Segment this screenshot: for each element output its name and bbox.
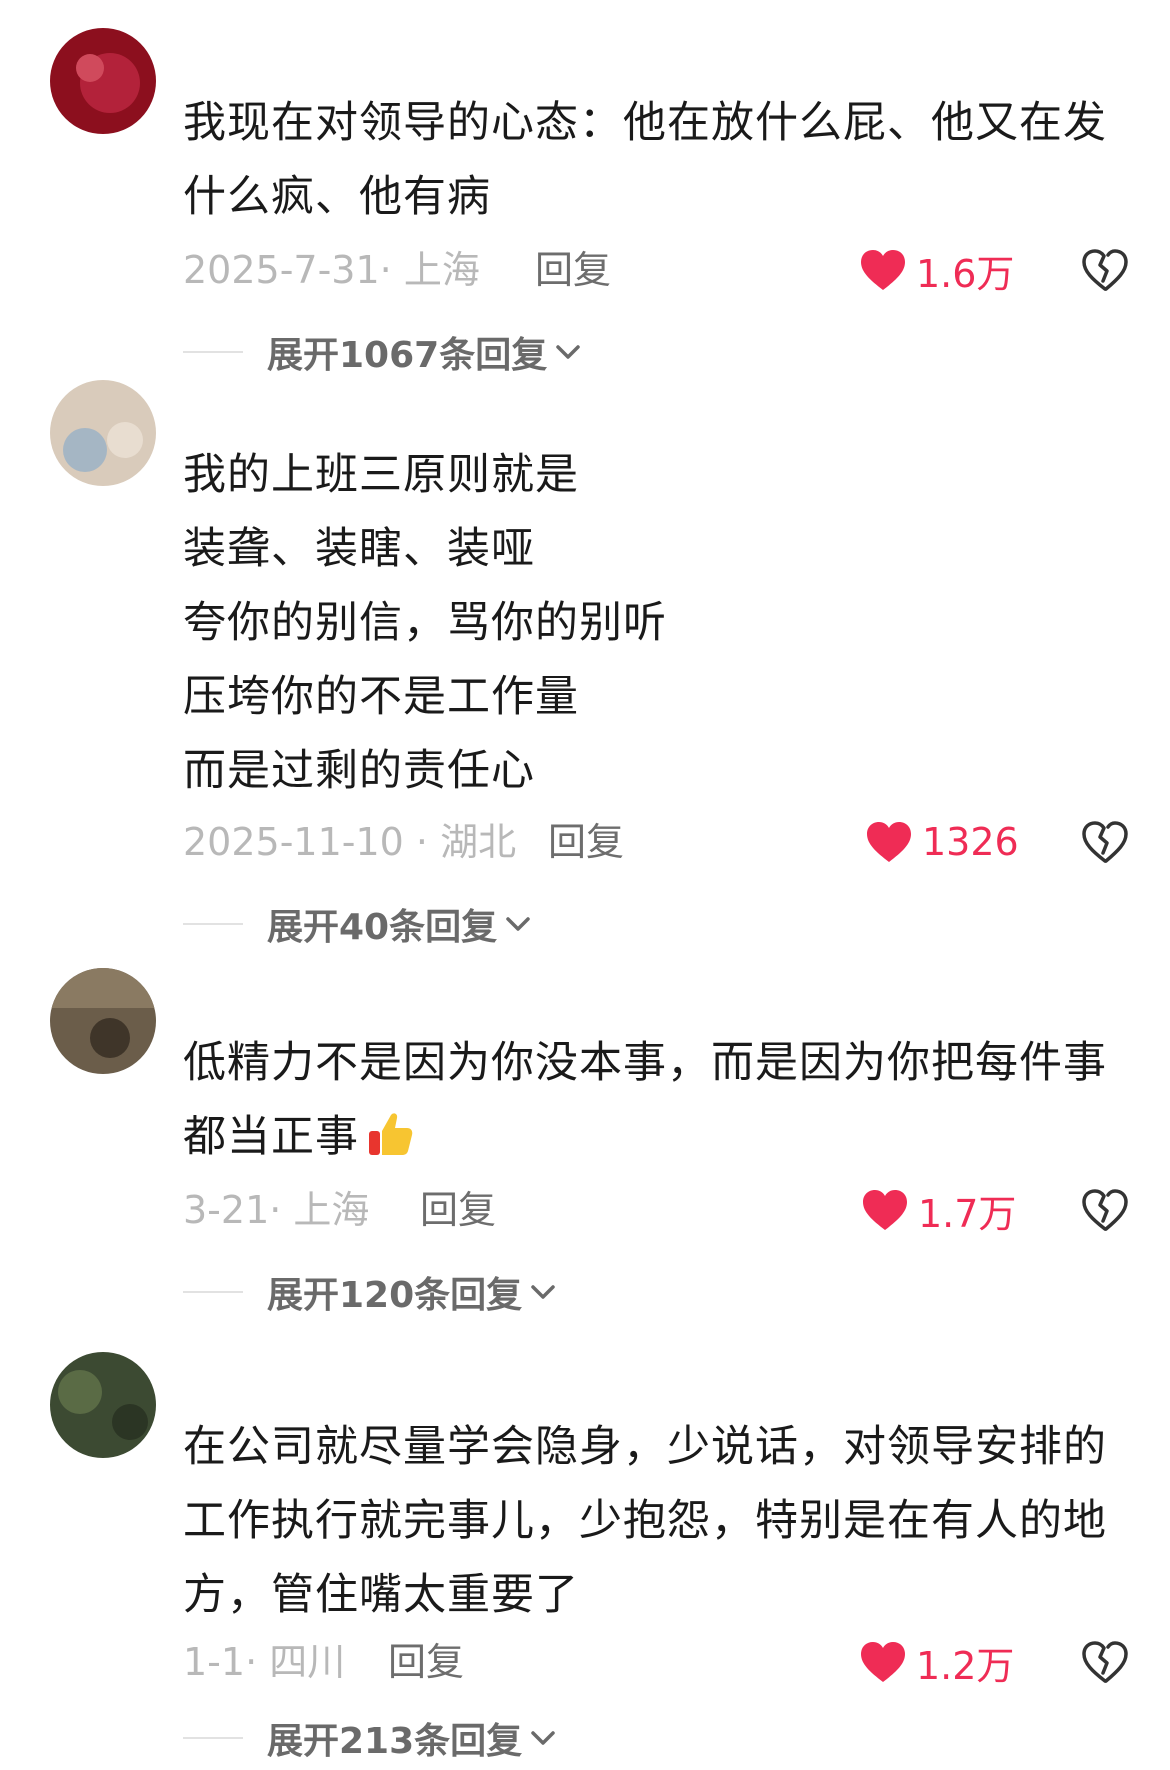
expand-replies[interactable]: 展开213条回复 bbox=[183, 1708, 556, 1768]
comment-text: 低精力不是因为你没本事，而是因为你把每件事 都当正事 bbox=[183, 1026, 1143, 1182]
chevron-down-icon bbox=[505, 915, 531, 933]
broken-heart-icon bbox=[1082, 249, 1128, 291]
like-button[interactable]: 1.6万 bbox=[860, 240, 1014, 300]
heart-icon bbox=[863, 1190, 907, 1230]
avatar[interactable] bbox=[50, 380, 156, 486]
heart-icon bbox=[861, 1642, 905, 1682]
comment-text: 我的上班三原则就是 装聋、装瞎、装哑 夸你的别信，骂你的别听 压垮你的不是工作量… bbox=[183, 450, 667, 796]
expand-replies-label: 展开213条回复 bbox=[267, 1721, 523, 1762]
expand-replies[interactable]: 展开1067条回复 bbox=[183, 322, 581, 382]
avatar[interactable] bbox=[50, 28, 156, 134]
expand-replies[interactable]: 展开40条回复 bbox=[183, 894, 531, 954]
expand-replies-label: 展开120条回复 bbox=[267, 1275, 523, 1316]
reply-button[interactable]: 回复 bbox=[548, 812, 624, 872]
divider bbox=[183, 1737, 243, 1739]
heart-icon bbox=[861, 250, 905, 290]
dislike-button[interactable] bbox=[1082, 1180, 1130, 1240]
like-button[interactable]: 1326 bbox=[866, 812, 1019, 872]
expand-replies-label: 展开40条回复 bbox=[267, 907, 498, 948]
comment-text-content: 低精力不是因为你没本事，而是因为你把每件事 都当正事 bbox=[183, 1038, 1107, 1162]
comment-meta: 2025-7-31· 上海 bbox=[183, 248, 480, 292]
comment-meta: 3-21· 上海 bbox=[183, 1188, 370, 1232]
reply-button[interactable]: 回复 bbox=[535, 240, 611, 300]
like-count: 1326 bbox=[922, 820, 1019, 864]
broken-heart-icon bbox=[1082, 821, 1128, 863]
comment-meta: 2025-11-10 · 湖北 bbox=[183, 820, 517, 864]
chevron-down-icon bbox=[530, 1283, 556, 1301]
thumbs-up-emoji bbox=[365, 1108, 415, 1182]
like-count: 1.7万 bbox=[918, 1191, 1017, 1236]
comment-text: 在公司就尽量学会隐身，少说话，对领导安排的 工作执行就完事儿，少抱怨，特别是在有… bbox=[183, 1422, 1107, 1620]
chevron-down-icon bbox=[555, 343, 581, 361]
expand-replies-label: 展开1067条回复 bbox=[267, 335, 548, 376]
divider bbox=[183, 351, 243, 353]
reply-button[interactable]: 回复 bbox=[420, 1180, 496, 1240]
reply-button[interactable]: 回复 bbox=[388, 1632, 464, 1692]
divider bbox=[183, 923, 243, 925]
dislike-button[interactable] bbox=[1082, 1632, 1130, 1692]
expand-replies[interactable]: 展开120条回复 bbox=[183, 1262, 556, 1322]
like-count: 1.6万 bbox=[916, 251, 1015, 296]
avatar[interactable] bbox=[50, 968, 156, 1074]
broken-heart-icon bbox=[1082, 1641, 1128, 1683]
like-button[interactable]: 1.2万 bbox=[860, 1632, 1014, 1692]
comment-text: 我现在对领导的心态：他在放什么屁、他又在发 什么疯、他有病 bbox=[183, 98, 1107, 222]
avatar[interactable] bbox=[50, 1352, 156, 1458]
like-count: 1.2万 bbox=[916, 1643, 1015, 1688]
heart-icon bbox=[867, 822, 911, 862]
chevron-down-icon bbox=[530, 1729, 556, 1747]
comment-meta: 1-1· 四川 bbox=[183, 1640, 346, 1684]
dislike-button[interactable] bbox=[1082, 240, 1130, 300]
divider bbox=[183, 1291, 243, 1293]
like-button[interactable]: 1.7万 bbox=[862, 1180, 1016, 1240]
broken-heart-icon bbox=[1082, 1189, 1128, 1231]
dislike-button[interactable] bbox=[1082, 812, 1130, 872]
